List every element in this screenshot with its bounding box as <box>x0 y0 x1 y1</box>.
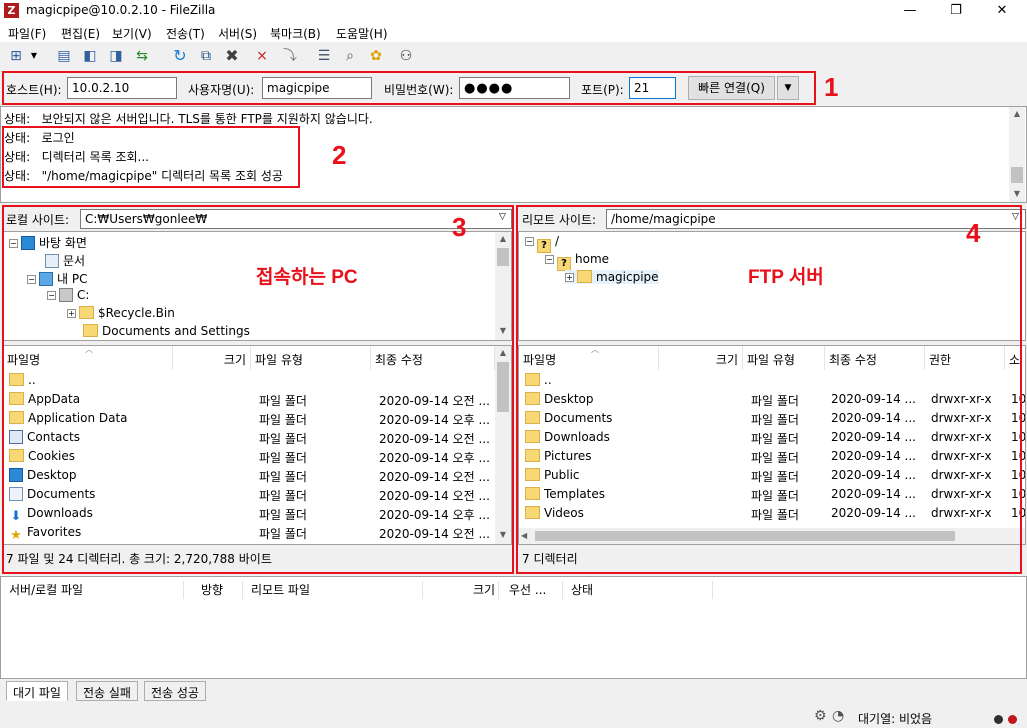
send-indicator-icon <box>1008 715 1017 724</box>
site-manager-icon[interactable]: ⊞ <box>6 46 26 66</box>
sync-browse-icon[interactable]: ✿ <box>366 46 386 66</box>
status-bar: ⚙ ◔ 대기열: 비었음 <box>0 704 1027 728</box>
compare-icon[interactable]: ⌕ <box>340 46 360 66</box>
menu-transfer[interactable]: 전송(T) <box>166 25 205 42</box>
queue-header-remote-file[interactable]: 리모트 파일 <box>251 581 423 599</box>
toggle-log-icon[interactable]: ▤ <box>54 46 74 66</box>
close-button[interactable]: ✕ <box>979 0 1025 22</box>
menu-bookmarks[interactable]: 북마크(B) <box>270 25 321 42</box>
annotation-box-3 <box>2 205 514 574</box>
gear-icon: ⚙ <box>814 708 827 724</box>
minimize-button[interactable]: — <box>887 0 933 22</box>
directory-filter-icon[interactable]: ☰ <box>314 46 334 66</box>
annotation-remote-caption: FTP 서버 <box>748 267 824 288</box>
menu-view[interactable]: 보기(V) <box>112 25 152 42</box>
annotation-number-1: 1 <box>824 72 839 102</box>
window-title: magicpipe@10.0.2.10 - FileZilla <box>26 3 216 17</box>
annotation-number-4: 4 <box>966 218 981 248</box>
maximize-button[interactable]: ❐ <box>933 0 979 22</box>
annotation-number-3: 3 <box>452 212 467 242</box>
reconnect-icon[interactable]: ⤵ <box>280 46 300 66</box>
queue-header-local-file[interactable]: 서버/로컬 파일 <box>9 581 184 599</box>
queue-header-priority[interactable]: 우선 ... <box>509 581 563 599</box>
cancel-icon[interactable]: ✖ <box>222 46 242 66</box>
menu-server[interactable]: 서버(S) <box>218 25 257 42</box>
queue-status-text: 대기열: 비었음 <box>858 712 933 726</box>
queue-header-size[interactable]: 크기 <box>473 581 499 599</box>
annotation-number-2: 2 <box>332 140 347 170</box>
speed-limit-icon[interactable]: ◔ <box>832 708 844 724</box>
toggle-local-tree-icon[interactable]: ◧ <box>80 46 100 66</box>
site-manager-dropdown-icon[interactable]: ▼ <box>28 46 40 66</box>
queue-header-direction[interactable]: 방향 <box>201 581 243 599</box>
search-binoculars-icon[interactable]: ⚇ <box>396 46 416 66</box>
annotation-box-2 <box>2 126 300 188</box>
menu-help[interactable]: 도움말(H) <box>336 25 388 42</box>
annotation-box-4 <box>516 205 1022 574</box>
filezilla-app-icon: Z <box>4 3 19 18</box>
process-queue-icon[interactable]: ⧉ <box>196 46 216 66</box>
disconnect-icon[interactable]: ⨯ <box>252 46 272 66</box>
tab-failed-transfers[interactable]: 전송 실패 <box>76 681 138 701</box>
toggle-remote-tree-icon[interactable]: ◨ <box>106 46 126 66</box>
title-bar: Z magicpipe@10.0.2.10 - FileZilla — ❐ ✕ <box>0 0 1027 22</box>
tab-queued-files[interactable]: 대기 파일 <box>6 681 68 701</box>
toggle-queue-icon[interactable]: ⇆ <box>132 46 152 66</box>
menu-edit[interactable]: 편집(E) <box>61 25 100 42</box>
queue-tabs: 대기 파일 전송 실패 전송 성공 <box>0 680 1027 702</box>
queue-header-status[interactable]: 상태 <box>571 581 713 599</box>
tab-successful-transfers[interactable]: 전송 성공 <box>144 681 206 701</box>
annotation-local-caption: 접속하는 PC <box>256 267 358 288</box>
refresh-icon[interactable]: ↻ <box>170 46 190 66</box>
annotation-box-1 <box>2 71 816 105</box>
menu-bar: 파일(F) 편집(E) 보기(V) 전송(T) 서버(S) 북마크(B) 도움말… <box>0 22 1027 42</box>
transfer-queue: 서버/로컬 파일 방향 리모트 파일 크기 우선 ... 상태 <box>0 576 1027 679</box>
recv-indicator-icon <box>994 715 1003 724</box>
log-scrollbar[interactable]: ▲ ▼ <box>1009 107 1025 202</box>
log-line: 상태: 보안되지 않은 서버입니다. TLS를 통한 FTP를 지원하지 않습니… <box>4 112 373 126</box>
toolbar: ⊞ ▼ ▤ ◧ ◨ ⇆ ↻ ⧉ ✖ ⨯ ⤵ ☰ ⌕ ✿ ⚇ <box>0 42 1027 70</box>
menu-file[interactable]: 파일(F) <box>8 25 46 42</box>
